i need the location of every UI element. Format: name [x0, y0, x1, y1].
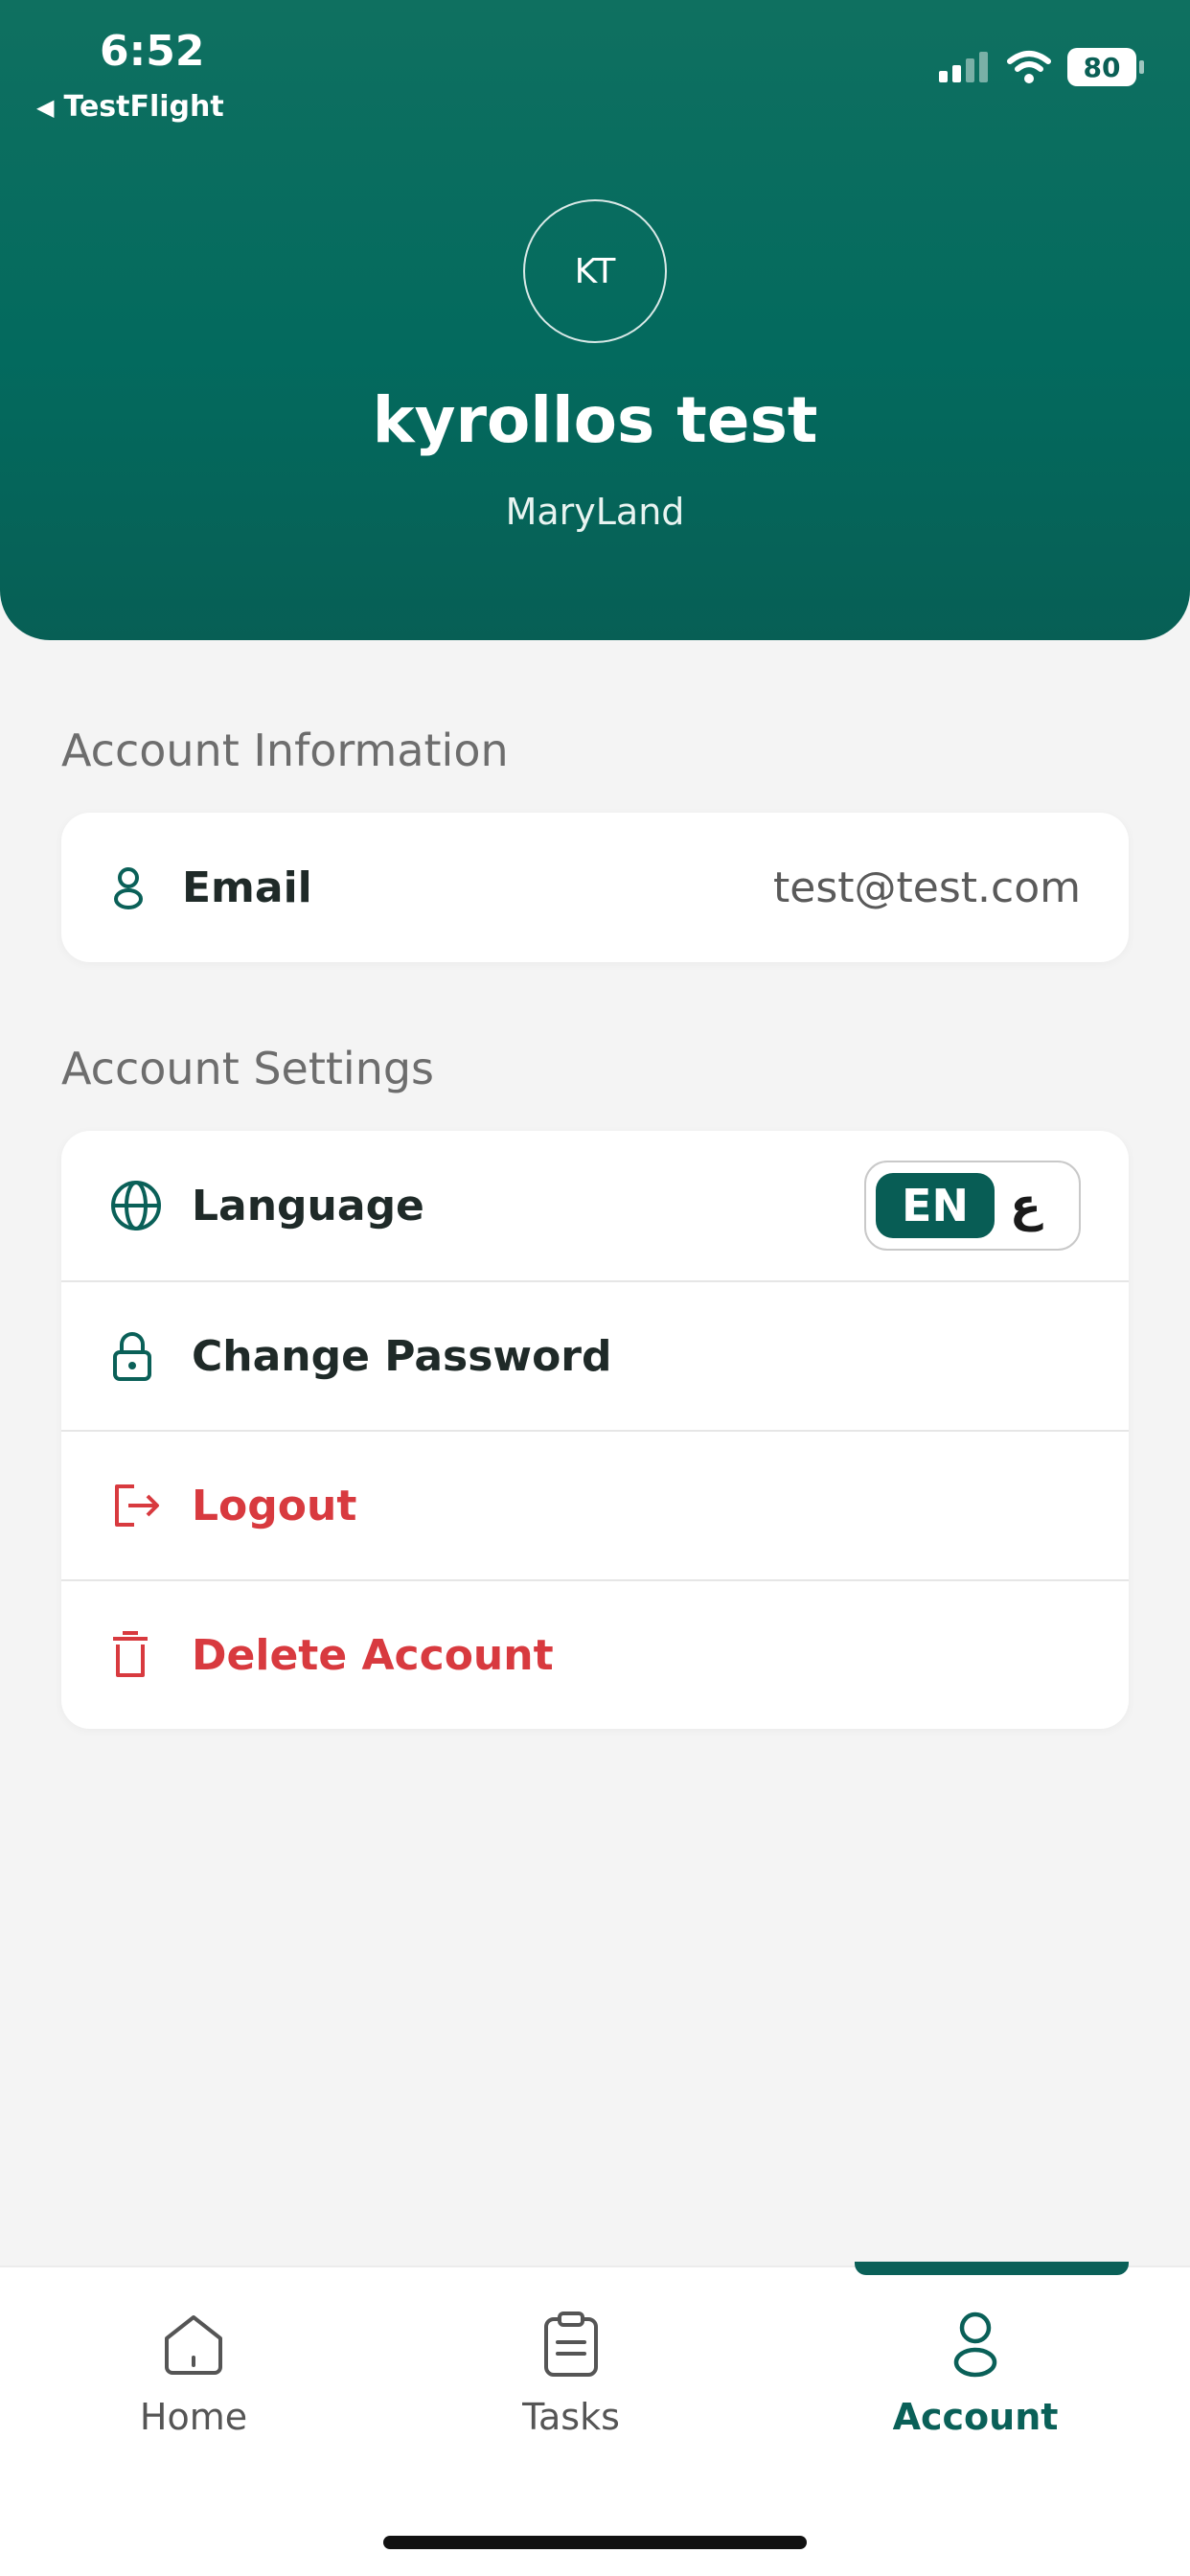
profile-name: kyrollos test [372, 383, 818, 457]
home-icon [155, 2306, 232, 2382]
email-row: Email test@test.com [61, 813, 1129, 962]
delete-account-button[interactable]: Delete Account [61, 1579, 1129, 1729]
battery-icon: 80 [1067, 48, 1144, 86]
language-toggle[interactable]: EN ع [864, 1161, 1081, 1251]
email-label: Email [182, 862, 312, 912]
status-time: 6:52 [100, 27, 205, 76]
change-password-label: Change Password [192, 1331, 612, 1381]
logout-label: Logout [192, 1481, 357, 1530]
clipboard-icon [533, 2306, 609, 2382]
back-to-testflight-link[interactable]: ◀ TestFlight [36, 90, 224, 124]
account-settings-card: Language EN ع Change Password Logout Del… [61, 1131, 1129, 1729]
email-value: test@test.com [773, 862, 1081, 912]
language-label: Language [192, 1181, 424, 1230]
tab-tasks[interactable]: Tasks [427, 2306, 715, 2438]
status-indicators: 80 [937, 48, 1144, 86]
back-label: TestFlight [63, 90, 224, 124]
person-icon [937, 2306, 1014, 2382]
account-settings-title: Account Settings [61, 1043, 435, 1094]
tab-tasks-label: Tasks [522, 2396, 620, 2438]
battery-level: 80 [1083, 51, 1121, 83]
trash-icon [109, 1626, 167, 1684]
bottom-tab-bar: Home Tasks Account [0, 2262, 1190, 2576]
avatar-initials: KT [574, 251, 616, 291]
profile-header: 6:52 ◀ TestFlight 80 KT kyrollos test Ma… [0, 0, 1190, 640]
account-information-card: Email test@test.com [61, 813, 1129, 962]
tab-account[interactable]: Account [832, 2306, 1119, 2438]
home-indicator[interactable] [383, 2536, 807, 2549]
language-row: Language EN ع [61, 1131, 1129, 1280]
tab-account-label: Account [892, 2396, 1059, 2438]
lock-icon [109, 1327, 167, 1385]
active-tab-indicator [855, 2262, 1129, 2275]
language-option-ar[interactable]: ع [1010, 1179, 1041, 1232]
change-password-button[interactable]: Change Password [61, 1280, 1129, 1430]
language-option-en[interactable]: EN [876, 1173, 995, 1238]
tab-home[interactable]: Home [50, 2306, 337, 2438]
back-arrow-icon: ◀ [36, 93, 55, 121]
wifi-icon [1007, 51, 1051, 83]
logout-icon [109, 1477, 167, 1534]
tab-home-label: Home [139, 2396, 248, 2438]
cellular-signal-icon [939, 52, 988, 82]
delete-account-label: Delete Account [192, 1630, 554, 1680]
profile-location: MaryLand [505, 491, 685, 533]
person-icon [109, 859, 167, 916]
logout-button[interactable]: Logout [61, 1430, 1129, 1579]
account-information-title: Account Information [61, 724, 509, 776]
globe-icon [109, 1177, 167, 1234]
avatar: KT [523, 199, 667, 343]
